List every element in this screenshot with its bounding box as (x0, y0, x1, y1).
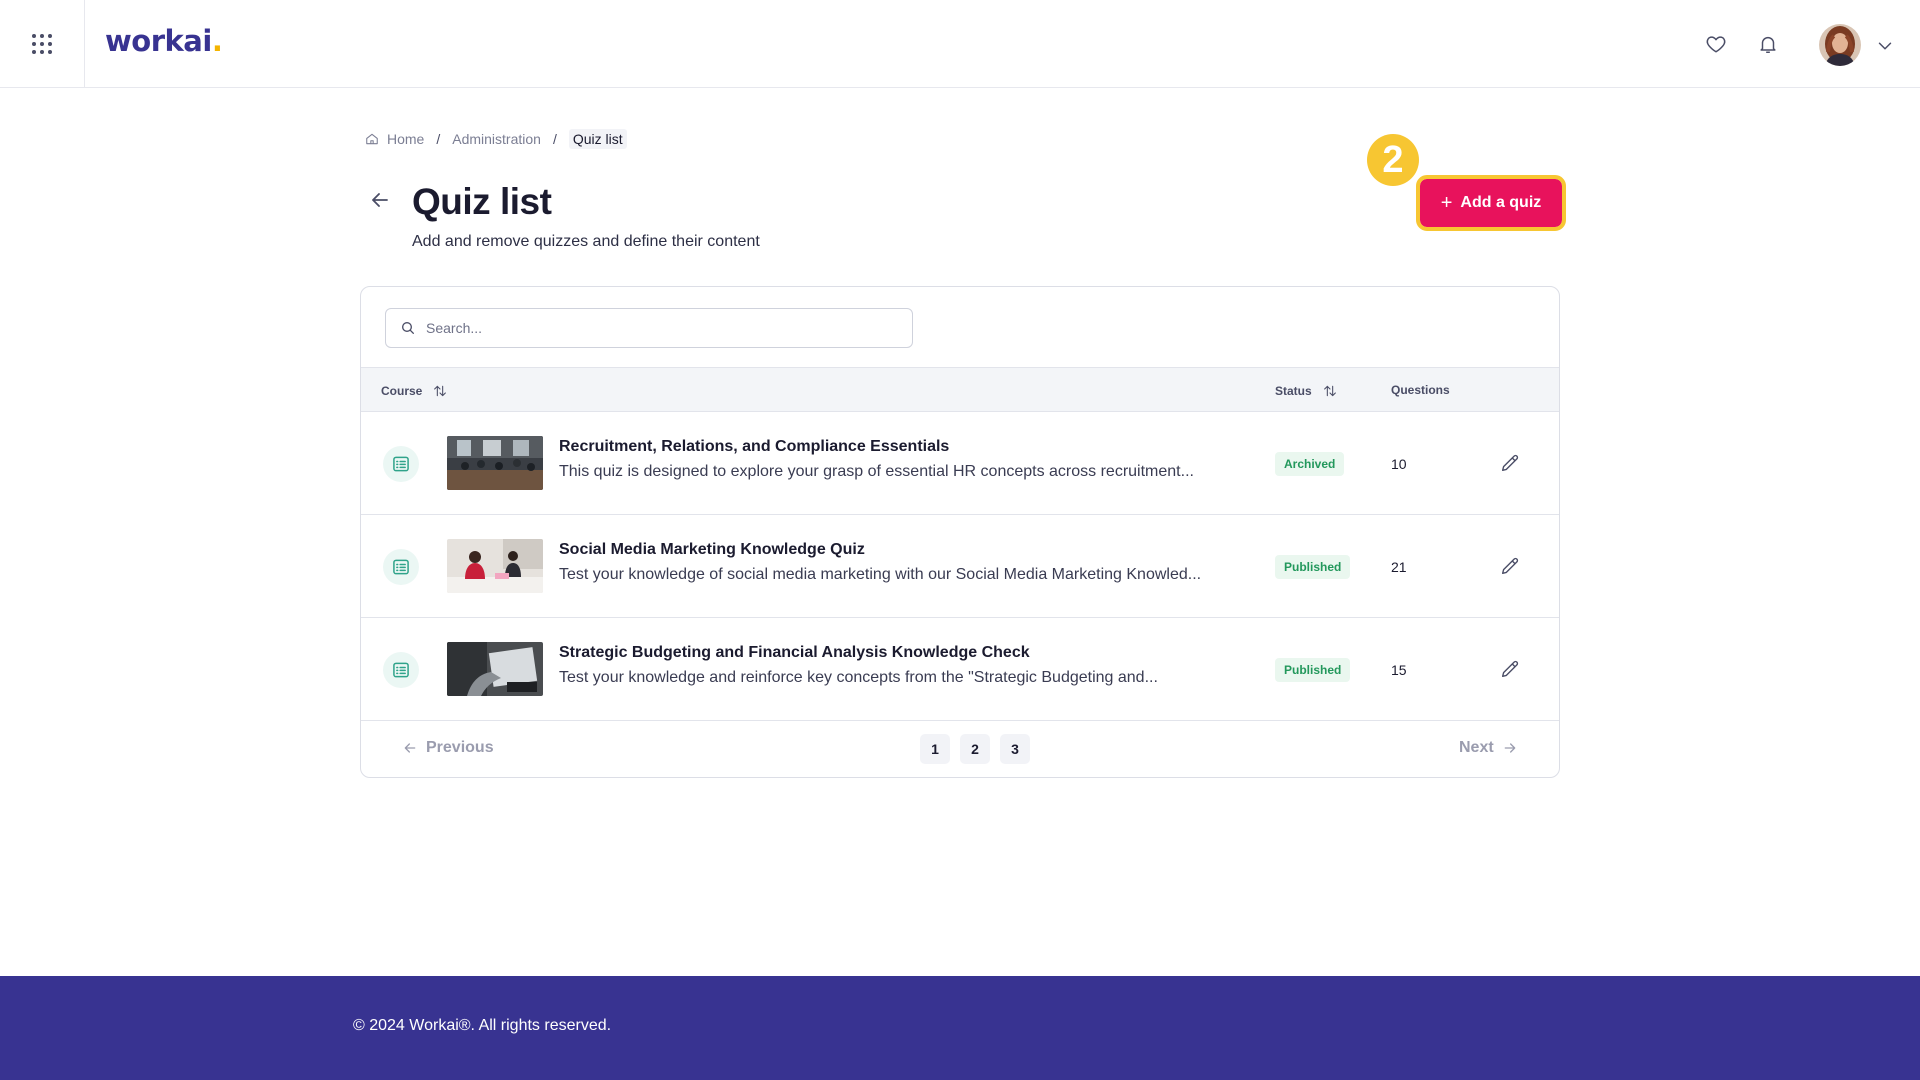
table-row[interactable]: Recruitment, Relations, and Compliance E… (361, 412, 1559, 515)
pencil-icon (1501, 557, 1519, 575)
page-title: Quiz list (412, 181, 552, 222)
quiz-title[interactable]: Recruitment, Relations, and Compliance E… (559, 438, 949, 456)
previous-page-label: Previous (426, 739, 494, 756)
quiz-description: Test your knowledge of social media mark… (559, 566, 1202, 583)
edit-quiz-button[interactable] (1499, 555, 1521, 577)
breadcrumb-administration-link[interactable]: Administration (452, 131, 541, 147)
notifications-button[interactable] (1753, 29, 1783, 59)
chevron-down-icon (1878, 42, 1892, 50)
page-subtitle: Add and remove quizzes and define their … (412, 233, 760, 250)
column-header-course: Course (381, 384, 423, 398)
user-avatar[interactable] (1819, 24, 1861, 66)
quiz-description: Test your knowledge and reinforce key co… (559, 669, 1158, 686)
home-icon (366, 133, 378, 145)
sort-icon[interactable] (1322, 383, 1338, 399)
status-badge: Published (1275, 658, 1351, 682)
table-row[interactable]: Strategic Budgeting and Financial Analys… (361, 618, 1559, 721)
course-thumbnail (447, 436, 543, 490)
arrow-left-icon (372, 193, 388, 207)
next-page-button[interactable]: Next (1459, 739, 1518, 757)
status-badge: Archived (1275, 452, 1345, 476)
edit-quiz-button[interactable] (1499, 452, 1521, 474)
add-quiz-button-label: Add a quiz (1460, 194, 1542, 211)
quiz-title[interactable]: Strategic Budgeting and Financial Analys… (559, 644, 1030, 662)
copyright-text: © 2024 Workai®. All rights reserved. (353, 1017, 612, 1034)
quiz-list-icon (383, 652, 419, 688)
question-count: 15 (1391, 662, 1407, 678)
quiz-description: This quiz is designed to explore your gr… (559, 463, 1194, 480)
pagination: Previous 1 2 3 Next (361, 721, 1559, 777)
plus-icon: + (1440, 192, 1453, 214)
pencil-icon (1501, 660, 1519, 678)
page-number-button[interactable]: 1 (920, 734, 950, 764)
status-badge: Published (1275, 555, 1351, 579)
profile-menu-toggle[interactable] (1874, 35, 1896, 57)
table-row[interactable]: Social Media Marketing Knowledge Quiz Te… (361, 515, 1559, 618)
heart-icon (1706, 36, 1726, 53)
quiz-list-icon (383, 549, 419, 585)
favorites-button[interactable] (1701, 29, 1731, 59)
search-icon (402, 322, 414, 334)
previous-page-button[interactable]: Previous (402, 739, 494, 757)
column-header-status: Status (1275, 384, 1312, 398)
search-input[interactable] (426, 320, 886, 336)
add-quiz-button[interactable]: + Add a quiz (1416, 175, 1566, 231)
table-header: Course Status Questions (361, 367, 1559, 412)
arrow-left-icon (404, 743, 416, 753)
column-header-questions: Questions (1391, 383, 1450, 397)
pencil-icon (1501, 454, 1519, 472)
question-count: 21 (1391, 559, 1407, 575)
page-footer: © 2024 Workai®. All rights reserved. (0, 976, 1920, 1080)
app-launcher-button[interactable] (0, 0, 85, 87)
quiz-list-card: Course Status Questions (360, 286, 1560, 778)
breadcrumb-current: Quiz list (568, 129, 627, 149)
breadcrumb-home-link[interactable]: Home (387, 131, 424, 147)
arrow-right-icon (1504, 743, 1516, 753)
question-count: 10 (1391, 456, 1407, 472)
page-number-button[interactable]: 3 (1000, 734, 1030, 764)
back-button[interactable] (368, 188, 392, 212)
quiz-title[interactable]: Social Media Marketing Knowledge Quiz (559, 541, 865, 559)
breadcrumb: Home / Administration / Quiz list (365, 129, 627, 149)
step-number-badge: 2 (1367, 134, 1419, 186)
sort-icon[interactable] (432, 383, 448, 399)
quiz-list-icon (383, 446, 419, 482)
course-thumbnail (447, 642, 543, 696)
breadcrumb-separator: / (552, 131, 557, 147)
search-field[interactable] (385, 308, 913, 348)
course-thumbnail (447, 539, 543, 593)
top-bar: workai. (0, 0, 1920, 88)
breadcrumb-separator: / (436, 131, 441, 147)
next-page-label: Next (1459, 739, 1494, 756)
page-number-button[interactable]: 2 (960, 734, 990, 764)
bell-icon (1760, 36, 1776, 53)
edit-quiz-button[interactable] (1499, 658, 1521, 680)
apps-grid-icon (32, 33, 52, 54)
workai-logo[interactable]: workai. (105, 24, 223, 58)
